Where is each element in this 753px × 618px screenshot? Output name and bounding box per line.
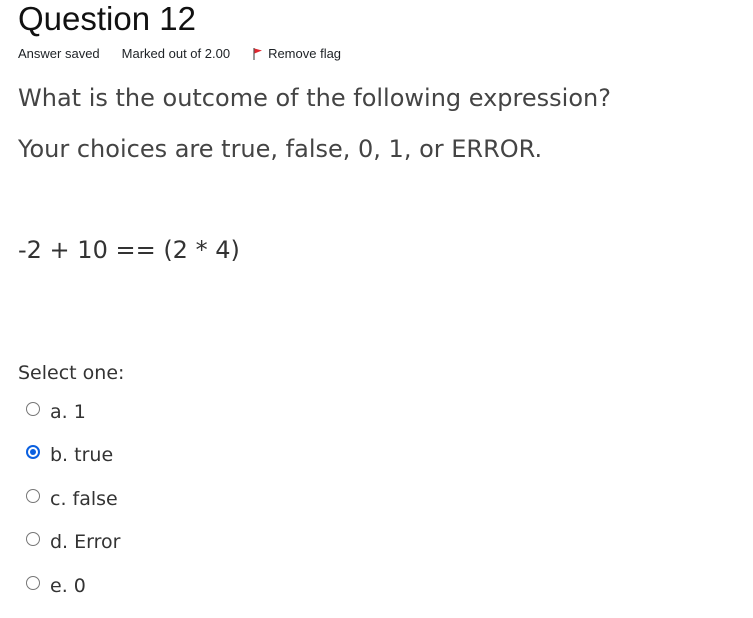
question-info: Answer saved Marked out of 2.00 Remove f…	[18, 46, 341, 61]
answer-option-e[interactable]: e. 0	[26, 564, 120, 608]
answer-option-a[interactable]: a. 1	[26, 390, 120, 434]
answer-label[interactable]: e. 0	[50, 575, 86, 597]
select-one-prompt: Select one:	[18, 362, 125, 384]
flag-icon	[252, 47, 264, 61]
question-text-line-1: What is the outcome of the following exp…	[18, 84, 611, 112]
answer-option-c[interactable]: c. false	[26, 477, 120, 521]
question-title: Question 12	[18, 0, 196, 37]
remove-flag-link[interactable]: Remove flag	[252, 46, 341, 61]
answer-state: Answer saved	[18, 46, 100, 61]
question-text-line-2: Your choices are true, false, 0, 1, or E…	[18, 135, 543, 163]
answer-option-d[interactable]: d. Error	[26, 521, 120, 565]
radio-button[interactable]	[26, 488, 40, 503]
remove-flag-label[interactable]: Remove flag	[268, 46, 341, 61]
radio-button[interactable]	[26, 401, 40, 416]
answer-label[interactable]: b. true	[50, 444, 113, 466]
grade-info: Marked out of 2.00	[121, 46, 231, 61]
radio-button[interactable]	[26, 575, 40, 590]
answer-label[interactable]: d. Error	[50, 531, 120, 553]
answer-option-b[interactable]: b. true	[26, 434, 120, 478]
answer-label[interactable]: c. false	[50, 488, 118, 510]
radio-button[interactable]	[26, 445, 40, 460]
radio-button[interactable]	[26, 532, 40, 547]
answer-label[interactable]: a. 1	[50, 401, 86, 423]
answer-options: a. 1 b. true c. false d. Error e. 0	[26, 390, 120, 608]
expression: -2 + 10 == (2 * 4)	[18, 236, 240, 264]
